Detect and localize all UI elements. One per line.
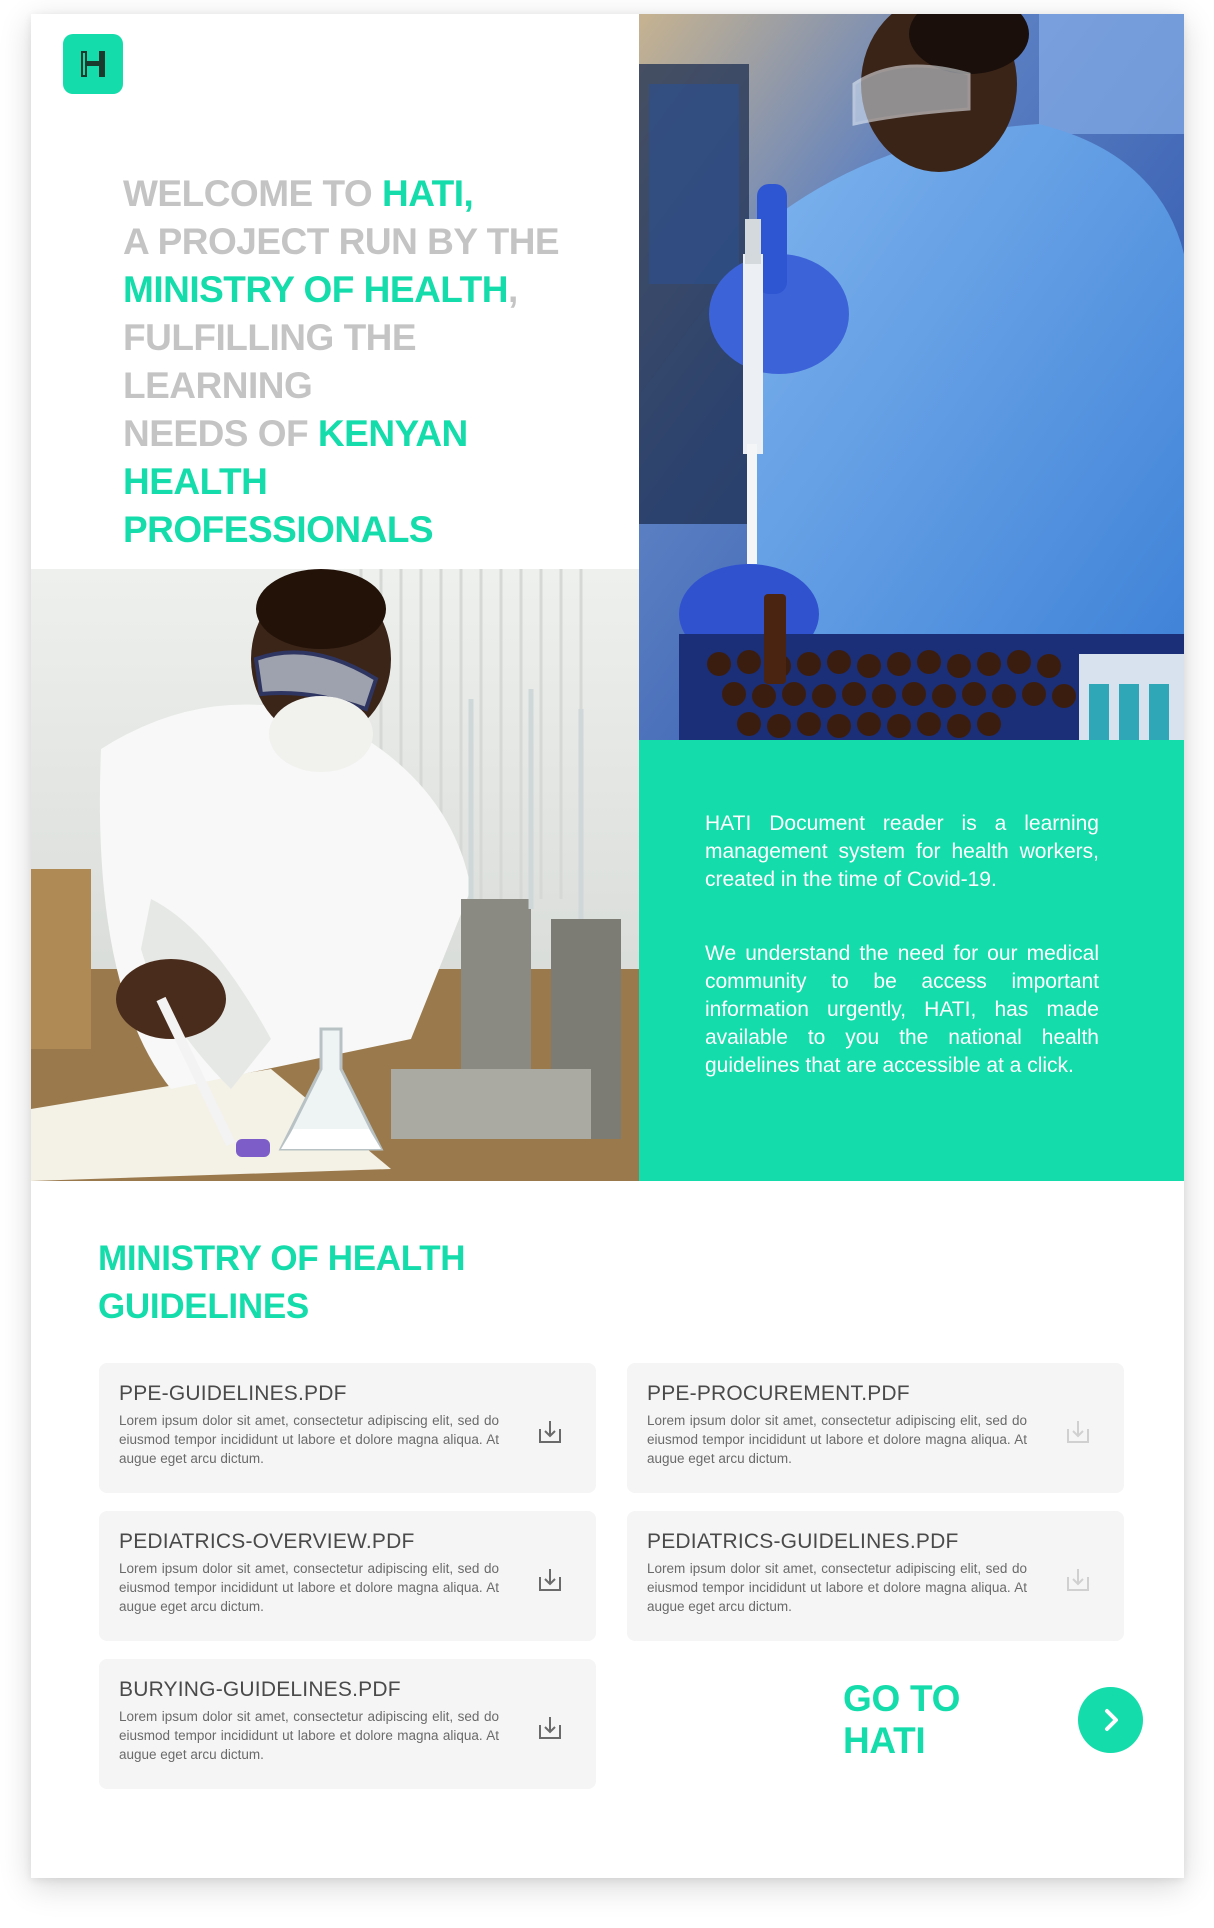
doc-description: Lorem ipsum dolor sit amet, consectetur … [647, 1561, 1027, 1614]
hero-headline: WELCOME TO HATI, A PROJECT RUN BY THE MI… [123, 170, 603, 554]
lab-photo-bench [31, 569, 639, 1181]
headline-highlight: MINISTRY OF HEALTH [123, 269, 508, 310]
landing-card: WELCOME TO HATI, A PROJECT RUN BY THE MI… [31, 14, 1184, 1878]
headline-text: FULFILLING THE LEARNING [123, 317, 417, 406]
headline-highlight: HATI, [381, 173, 474, 214]
hati-logo-icon [81, 51, 105, 77]
doc-title: BURYING-GUIDELINES.PDF [119, 1678, 401, 1701]
info-paragraph: HATI Document reader is a learning manag… [705, 812, 1099, 891]
info-paragraph: We understand the need for our medical c… [705, 942, 1099, 1077]
headline-text: WELCOME TO [123, 173, 382, 214]
download-icon[interactable] [534, 1711, 566, 1743]
hati-logo[interactable] [63, 34, 123, 94]
doc-card-pediatrics-overview[interactable]: PEDIATRICS-OVERVIEW.PDF Lorem ipsum dolo… [99, 1511, 596, 1641]
doc-card-burying-guidelines[interactable]: BURYING-GUIDELINES.PDF Lorem ipsum dolor… [99, 1659, 596, 1789]
doc-card-ppe-guidelines[interactable]: PPE-GUIDELINES.PDF Lorem ipsum dolor sit… [99, 1363, 596, 1493]
download-icon[interactable] [1062, 1415, 1094, 1447]
info-box: HATI Document reader is a learning manag… [639, 740, 1184, 1181]
doc-title: PPE-GUIDELINES.PDF [119, 1382, 347, 1405]
doc-card-ppe-procurement[interactable]: PPE-PROCUREMENT.PDF Lorem ipsum dolor si… [627, 1363, 1124, 1493]
cta-circle-button[interactable] [1078, 1687, 1143, 1753]
doc-title: PPE-PROCUREMENT.PDF [647, 1382, 910, 1405]
doc-card-pediatrics-guidelines[interactable]: PEDIATRICS-GUIDELINES.PDF Lorem ipsum do… [627, 1511, 1124, 1641]
doc-title: PEDIATRICS-OVERVIEW.PDF [119, 1530, 415, 1553]
doc-description: Lorem ipsum dolor sit amet, consectetur … [119, 1561, 499, 1614]
headline-text: A PROJECT RUN BY THE [123, 221, 560, 262]
doc-description: Lorem ipsum dolor sit amet, consectetur … [647, 1413, 1027, 1466]
headline-text: NEEDS OF [123, 413, 318, 454]
doc-description: Lorem ipsum dolor sit amet, consectetur … [119, 1709, 499, 1762]
cta-label: GO TO HATI [843, 1678, 961, 1761]
lab-photo-pipette [639, 14, 1184, 740]
download-icon[interactable] [534, 1415, 566, 1447]
doc-title: PEDIATRICS-GUIDELINES.PDF [647, 1530, 959, 1553]
download-icon[interactable] [1062, 1563, 1094, 1595]
headline-text: , [507, 269, 518, 310]
download-icon[interactable] [534, 1563, 566, 1595]
headline-highlight: PROFESSIONALS [123, 509, 434, 550]
go-to-hati-button[interactable]: GO TO HATI [843, 1678, 1143, 1761]
guidelines-title: MINISTRY OF HEALTH GUIDELINES [98, 1239, 466, 1326]
doc-description: Lorem ipsum dolor sit amet, consectetur … [119, 1413, 499, 1466]
chevron-right-icon [1104, 1709, 1118, 1731]
